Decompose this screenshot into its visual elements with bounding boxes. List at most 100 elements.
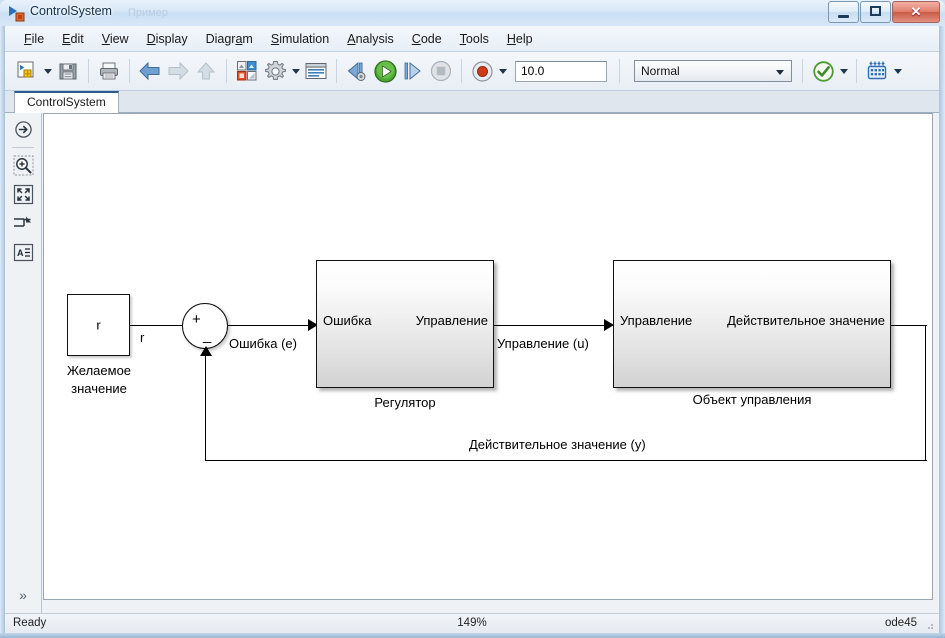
simulation-time-input[interactable]: 10.0 — [515, 60, 607, 82]
canvas-sidebar: A » — [5, 113, 42, 613]
step-forward-button[interactable] — [399, 57, 427, 85]
tab-controlsystem[interactable]: ControlSystem — [14, 91, 119, 113]
arrow-feedback-to-sum — [200, 346, 212, 356]
toolbar-separator-1 — [88, 59, 89, 83]
block-controller-in-port: Ошибка — [323, 313, 372, 328]
minimize-icon — [838, 15, 849, 18]
block-plant-label: Объект управления — [692, 392, 812, 407]
model-advisor-dropdown[interactable] — [837, 57, 850, 85]
maximize-button[interactable] — [860, 1, 891, 23]
resize-grip-icon[interactable] — [923, 619, 935, 631]
model-settings-dropdown[interactable] — [289, 57, 302, 85]
toolbar-separator-8 — [856, 59, 857, 83]
status-zoom: 149% — [457, 617, 487, 629]
menu-display[interactable]: Display — [138, 29, 197, 49]
window-controls: ✕ — [827, 1, 940, 23]
model-canvas[interactable]: r Желаемое значение r + _ Ошибка (e) Оши… — [43, 113, 933, 600]
sidebar-expand-button[interactable]: » — [5, 587, 41, 603]
chevron-down-icon — [776, 70, 784, 75]
status-bar: Ready 149% ode45 — [5, 613, 939, 633]
zoom-in-icon[interactable] — [9, 152, 37, 178]
title-bar: ControlSystem Пример ✕ — [0, 0, 945, 26]
menu-code[interactable]: Code — [403, 29, 451, 49]
stop-button — [427, 57, 455, 85]
fast-restart-dropdown[interactable] — [496, 57, 509, 85]
simulation-mode-select[interactable]: Normal — [634, 60, 792, 82]
new-model-dropdown[interactable] — [41, 57, 54, 85]
menu-diagram[interactable]: Diagram — [197, 29, 262, 49]
tab-strip: ControlSystem — [5, 91, 939, 113]
wire-feedback-bottom[interactable] — [205, 460, 927, 461]
navigate-into-icon[interactable] — [9, 116, 37, 142]
run-button[interactable] — [371, 57, 399, 85]
sum-plus-sign: + — [192, 311, 201, 328]
window-frame-right — [939, 26, 945, 634]
simulink-window: ControlSystem Пример ✕ File Edit View Di… — [0, 0, 945, 638]
wire-reference-to-sum[interactable] — [130, 325, 188, 326]
up-button[interactable] — [192, 57, 220, 85]
block-controller[interactable]: Ошибка Управление — [316, 260, 494, 388]
fit-to-view-icon[interactable] — [9, 181, 37, 207]
print-button[interactable] — [95, 57, 123, 85]
simulation-mode-value: Normal — [641, 64, 680, 78]
library-browser-button[interactable] — [233, 57, 261, 85]
block-controller-out-port: Управление — [415, 313, 488, 328]
signal-label-feedback: Действительное значение (y) — [469, 437, 646, 452]
signal-label-control: Управление (u) — [497, 336, 589, 351]
toolbar-separator-2 — [129, 59, 130, 83]
model-settings-button[interactable] — [261, 57, 289, 85]
wire-feedback-down[interactable] — [925, 325, 926, 461]
toolbar-separator-6 — [619, 59, 620, 83]
block-reference-value: r — [96, 317, 101, 333]
model-advisor-button[interactable] — [809, 57, 837, 85]
block-sum[interactable]: + _ — [182, 303, 228, 349]
block-plant[interactable]: Управление Действительное значение — [613, 260, 891, 388]
svg-text:A: A — [17, 248, 24, 258]
status-solver: ode45 — [885, 617, 917, 629]
block-reference-label: Желаемое значение — [44, 362, 154, 398]
menu-analysis[interactable]: Analysis — [338, 29, 403, 49]
menu-view[interactable]: View — [93, 29, 138, 49]
simulink-model-icon — [8, 5, 25, 22]
signal-label-error: Ошибка (e) — [229, 336, 297, 351]
window-frame-bottom — [0, 633, 945, 638]
model-explorer-button[interactable] — [302, 57, 330, 85]
block-reference-label-line1: Желаемое — [66, 363, 132, 378]
block-controller-label: Регулятор — [374, 395, 436, 410]
close-button[interactable]: ✕ — [892, 1, 940, 23]
menu-tools[interactable]: Tools — [451, 29, 498, 49]
minimize-button[interactable] — [828, 1, 859, 23]
toolbar: 10.0 Normal — [5, 52, 939, 91]
fast-restart-button[interactable] — [468, 57, 496, 85]
signal-logging-dropdown[interactable] — [891, 57, 904, 85]
title-watermark: Пример — [128, 7, 168, 19]
toolbar-separator-4 — [336, 59, 337, 83]
wire-plant-output[interactable] — [891, 325, 927, 326]
save-button[interactable] — [54, 57, 82, 85]
menu-edit[interactable]: Edit — [53, 29, 93, 49]
new-model-button[interactable] — [13, 57, 41, 85]
signal-label-reference: r — [140, 330, 145, 345]
block-plant-in-port: Управление — [620, 313, 693, 328]
menu-help[interactable]: Help — [498, 29, 542, 49]
signal-logging-button[interactable] — [863, 57, 891, 85]
signal-routing-icon[interactable] — [9, 210, 37, 236]
toolbar-separator-5 — [461, 59, 462, 83]
block-reference[interactable]: r — [67, 294, 130, 356]
back-button[interactable] — [136, 57, 164, 85]
maximize-icon — [870, 6, 881, 16]
canvas-bottom-strip — [43, 600, 933, 613]
forward-button[interactable] — [164, 57, 192, 85]
menu-file[interactable]: File — [15, 29, 53, 49]
wire-controller-to-plant[interactable] — [494, 325, 608, 326]
menu-simulation[interactable]: Simulation — [262, 29, 338, 49]
wire-feedback-up[interactable] — [205, 354, 206, 461]
wire-sum-to-controller[interactable] — [228, 325, 312, 326]
window-title: ControlSystem — [30, 4, 112, 18]
toolbar-separator-3 — [226, 59, 227, 83]
block-plant-out-port: Действительное значение — [727, 313, 885, 328]
sidebar-separator — [12, 147, 34, 148]
step-back-button[interactable] — [343, 57, 371, 85]
annotation-icon[interactable]: A — [9, 239, 37, 265]
block-reference-label-line2: значение — [71, 381, 127, 396]
